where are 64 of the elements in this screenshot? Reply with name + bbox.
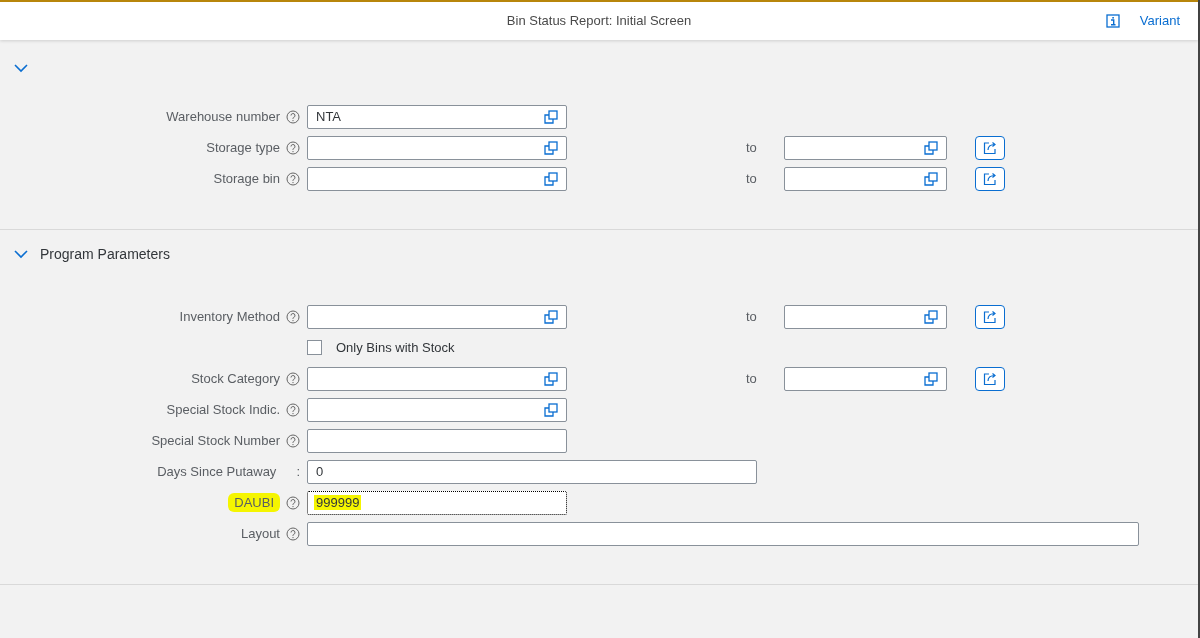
input-field[interactable] — [784, 166, 947, 191]
field-label: Storage type — [206, 138, 280, 157]
multiple-selection-button[interactable] — [975, 366, 1005, 391]
field-label: DAUBI — [228, 492, 280, 513]
help-icon[interactable] — [286, 140, 300, 155]
input-field[interactable] — [307, 366, 567, 391]
page-title: Bin Status Report: Initial Screen — [506, 12, 692, 31]
input-field[interactable] — [307, 166, 567, 191]
value-help-icon[interactable] — [544, 140, 558, 155]
field-label: Storage bin — [213, 169, 280, 188]
field-label: Special Stock Number — [151, 431, 280, 450]
input-field[interactable] — [307, 521, 1139, 546]
help-icon[interactable] — [286, 109, 300, 124]
field-label: Warehouse number — [166, 107, 280, 126]
checkbox[interactable] — [307, 340, 322, 355]
value-help-icon[interactable] — [544, 371, 558, 386]
input-field[interactable] — [784, 366, 947, 391]
help-icon[interactable] — [286, 433, 300, 448]
field-label: Inventory Method — [179, 307, 280, 326]
input-field[interactable] — [307, 428, 567, 453]
export-icon — [983, 309, 997, 324]
field-label: Layout — [240, 524, 280, 543]
value-help-icon[interactable] — [924, 140, 938, 155]
input-field[interactable]: 999999 — [307, 490, 567, 515]
value-help-icon[interactable] — [544, 171, 558, 186]
to-label: to — [746, 169, 758, 188]
export-icon — [983, 371, 997, 386]
field-label: Days Since Putaway — [157, 462, 277, 481]
help-icon[interactable] — [286, 526, 300, 541]
value-help-icon[interactable] — [544, 309, 558, 324]
multiple-selection-button[interactable] — [975, 135, 1005, 160]
value-help-icon[interactable] — [544, 109, 558, 124]
value-help-icon[interactable] — [924, 371, 938, 386]
label-separator: : — [296, 462, 300, 481]
input-field[interactable] — [307, 304, 567, 329]
multiple-selection-button[interactable] — [975, 304, 1005, 329]
info-icon[interactable] — [1105, 14, 1120, 28]
input-field[interactable]: NTA — [307, 104, 567, 129]
input-field[interactable] — [307, 135, 567, 160]
help-icon[interactable] — [286, 309, 300, 324]
help-icon[interactable] — [286, 495, 300, 510]
value-help-icon[interactable] — [924, 171, 938, 186]
checkbox-label: Only Bins with Stock — [336, 338, 455, 357]
chevron-down-icon[interactable] — [14, 63, 28, 73]
value-help-icon[interactable] — [544, 402, 558, 417]
to-label: to — [746, 138, 758, 157]
help-icon[interactable] — [286, 402, 300, 417]
variant-link[interactable]: Variant — [1139, 11, 1180, 31]
to-label: to — [746, 369, 758, 388]
input-field[interactable] — [784, 304, 947, 329]
input-field[interactable] — [307, 397, 567, 422]
field-label: Special Stock Indic. — [166, 400, 280, 419]
input-field[interactable] — [784, 135, 947, 160]
help-icon[interactable] — [286, 171, 300, 186]
export-icon — [983, 171, 997, 186]
chevron-down-icon[interactable] — [14, 249, 28, 259]
value-help-icon[interactable] — [924, 309, 938, 324]
section-title: Program Parameters — [40, 244, 170, 264]
to-label: to — [746, 307, 758, 326]
help-icon[interactable] — [286, 371, 300, 386]
multiple-selection-button[interactable] — [975, 166, 1005, 191]
export-icon — [983, 140, 997, 155]
input-field[interactable]: 0 — [307, 459, 757, 484]
field-label: Stock Category — [191, 369, 280, 388]
